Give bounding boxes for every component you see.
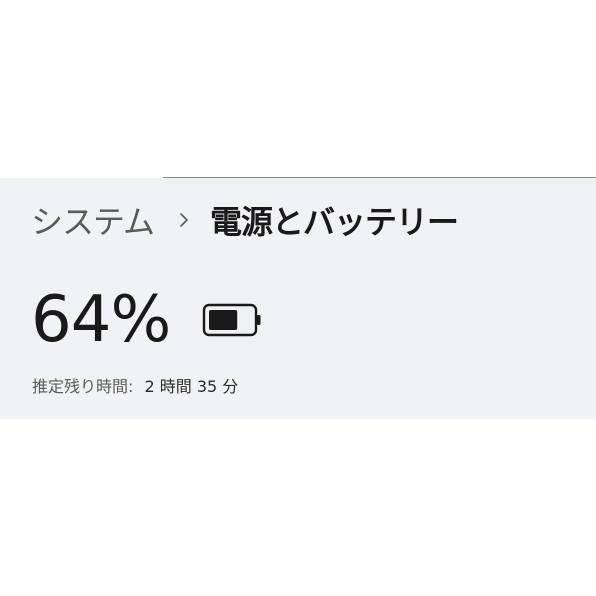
estimated-time-remaining: 推定残り時間: 2 時間 35 分 xyxy=(32,373,238,397)
battery-fill-level xyxy=(209,310,238,330)
battery-status-row: 64% xyxy=(31,280,262,360)
remaining-time-label: 推定残り時間: xyxy=(32,377,134,396)
battery-icon xyxy=(203,303,261,337)
breadcrumb: システム 電源とバッテリー xyxy=(31,196,459,244)
remaining-time-value: 2 時間 35 分 xyxy=(144,377,239,396)
battery-percentage: 64% xyxy=(31,283,171,357)
chevron-right-icon xyxy=(180,213,188,227)
page-title: 電源とバッテリー xyxy=(210,203,459,241)
breadcrumb-parent-system[interactable]: システム xyxy=(31,197,155,243)
